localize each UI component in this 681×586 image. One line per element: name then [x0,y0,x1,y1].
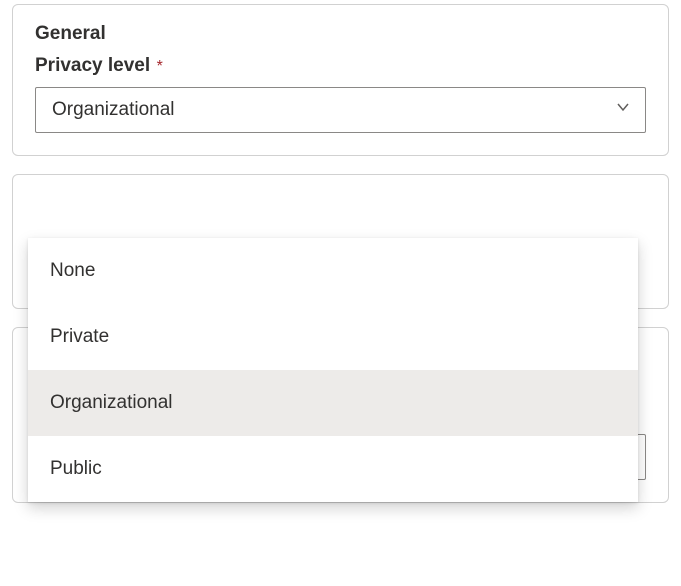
chevron-down-icon [615,99,631,121]
general-card: General Privacy level * Organizational [12,4,669,156]
privacy-level-label: Privacy level [35,55,150,77]
privacy-level-option-private[interactable]: Private [28,304,638,370]
privacy-level-option-public[interactable]: Public [28,436,638,502]
privacy-level-option-organizational[interactable]: Organizational [28,370,638,436]
privacy-level-option-none[interactable]: None [28,238,638,304]
privacy-level-select[interactable]: Organizational [35,87,646,133]
privacy-level-listbox[interactable]: None Private Organizational Public [28,238,638,502]
privacy-level-label-row: Privacy level * [35,55,646,87]
card-title: General [35,23,646,45]
privacy-level-select-value: Organizational [52,99,175,121]
required-asterisk: * [157,58,163,75]
